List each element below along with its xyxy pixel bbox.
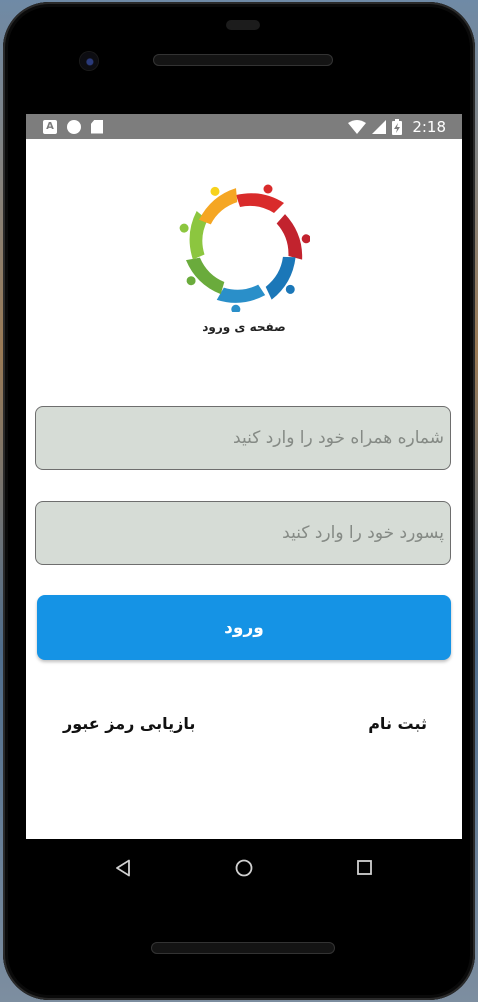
- page-title: صفحه ی ورود: [202, 320, 286, 334]
- status-time: 2:18: [412, 117, 446, 136]
- wifi-icon: [348, 119, 367, 134]
- people-circle-logo: [179, 184, 310, 312]
- system-icons: 2:18: [348, 118, 446, 136]
- login-button[interactable]: ورود: [37, 595, 451, 660]
- notification-icons: A: [43, 119, 103, 134]
- top-notch: [226, 20, 260, 30]
- screen: A 2:18 صفحه ی ورود شماره همراه خود را وا…: [26, 114, 462, 898]
- a-notification-icon: A: [43, 119, 57, 134]
- password-input[interactable]: [35, 501, 451, 565]
- earpiece-speaker: [153, 54, 333, 66]
- battery-charging-icon: [392, 118, 403, 135]
- status-bar: A 2:18: [26, 114, 462, 139]
- back-triangle-icon[interactable]: [115, 859, 131, 877]
- sd-card-icon: [91, 119, 103, 134]
- circle-notification-icon: [67, 119, 81, 134]
- forgot-password-link[interactable]: بازیابی رمز عبور: [63, 714, 195, 733]
- phone-number-input[interactable]: [35, 406, 451, 470]
- home-circle-icon[interactable]: [235, 859, 253, 877]
- camera-icon: [80, 52, 98, 70]
- device-frame: A 2:18 صفحه ی ورود شماره همراه خود را وا…: [3, 2, 475, 1000]
- navigation-bar: [26, 839, 462, 898]
- register-link[interactable]: ثبت نام: [368, 714, 427, 733]
- signal-icon: [372, 119, 387, 134]
- login-screen: صفحه ی ورود ورود ثبت نام بازیابی رمز عبو…: [26, 139, 462, 839]
- bottom-speaker: [151, 942, 335, 954]
- recents-square-icon[interactable]: [357, 860, 372, 875]
